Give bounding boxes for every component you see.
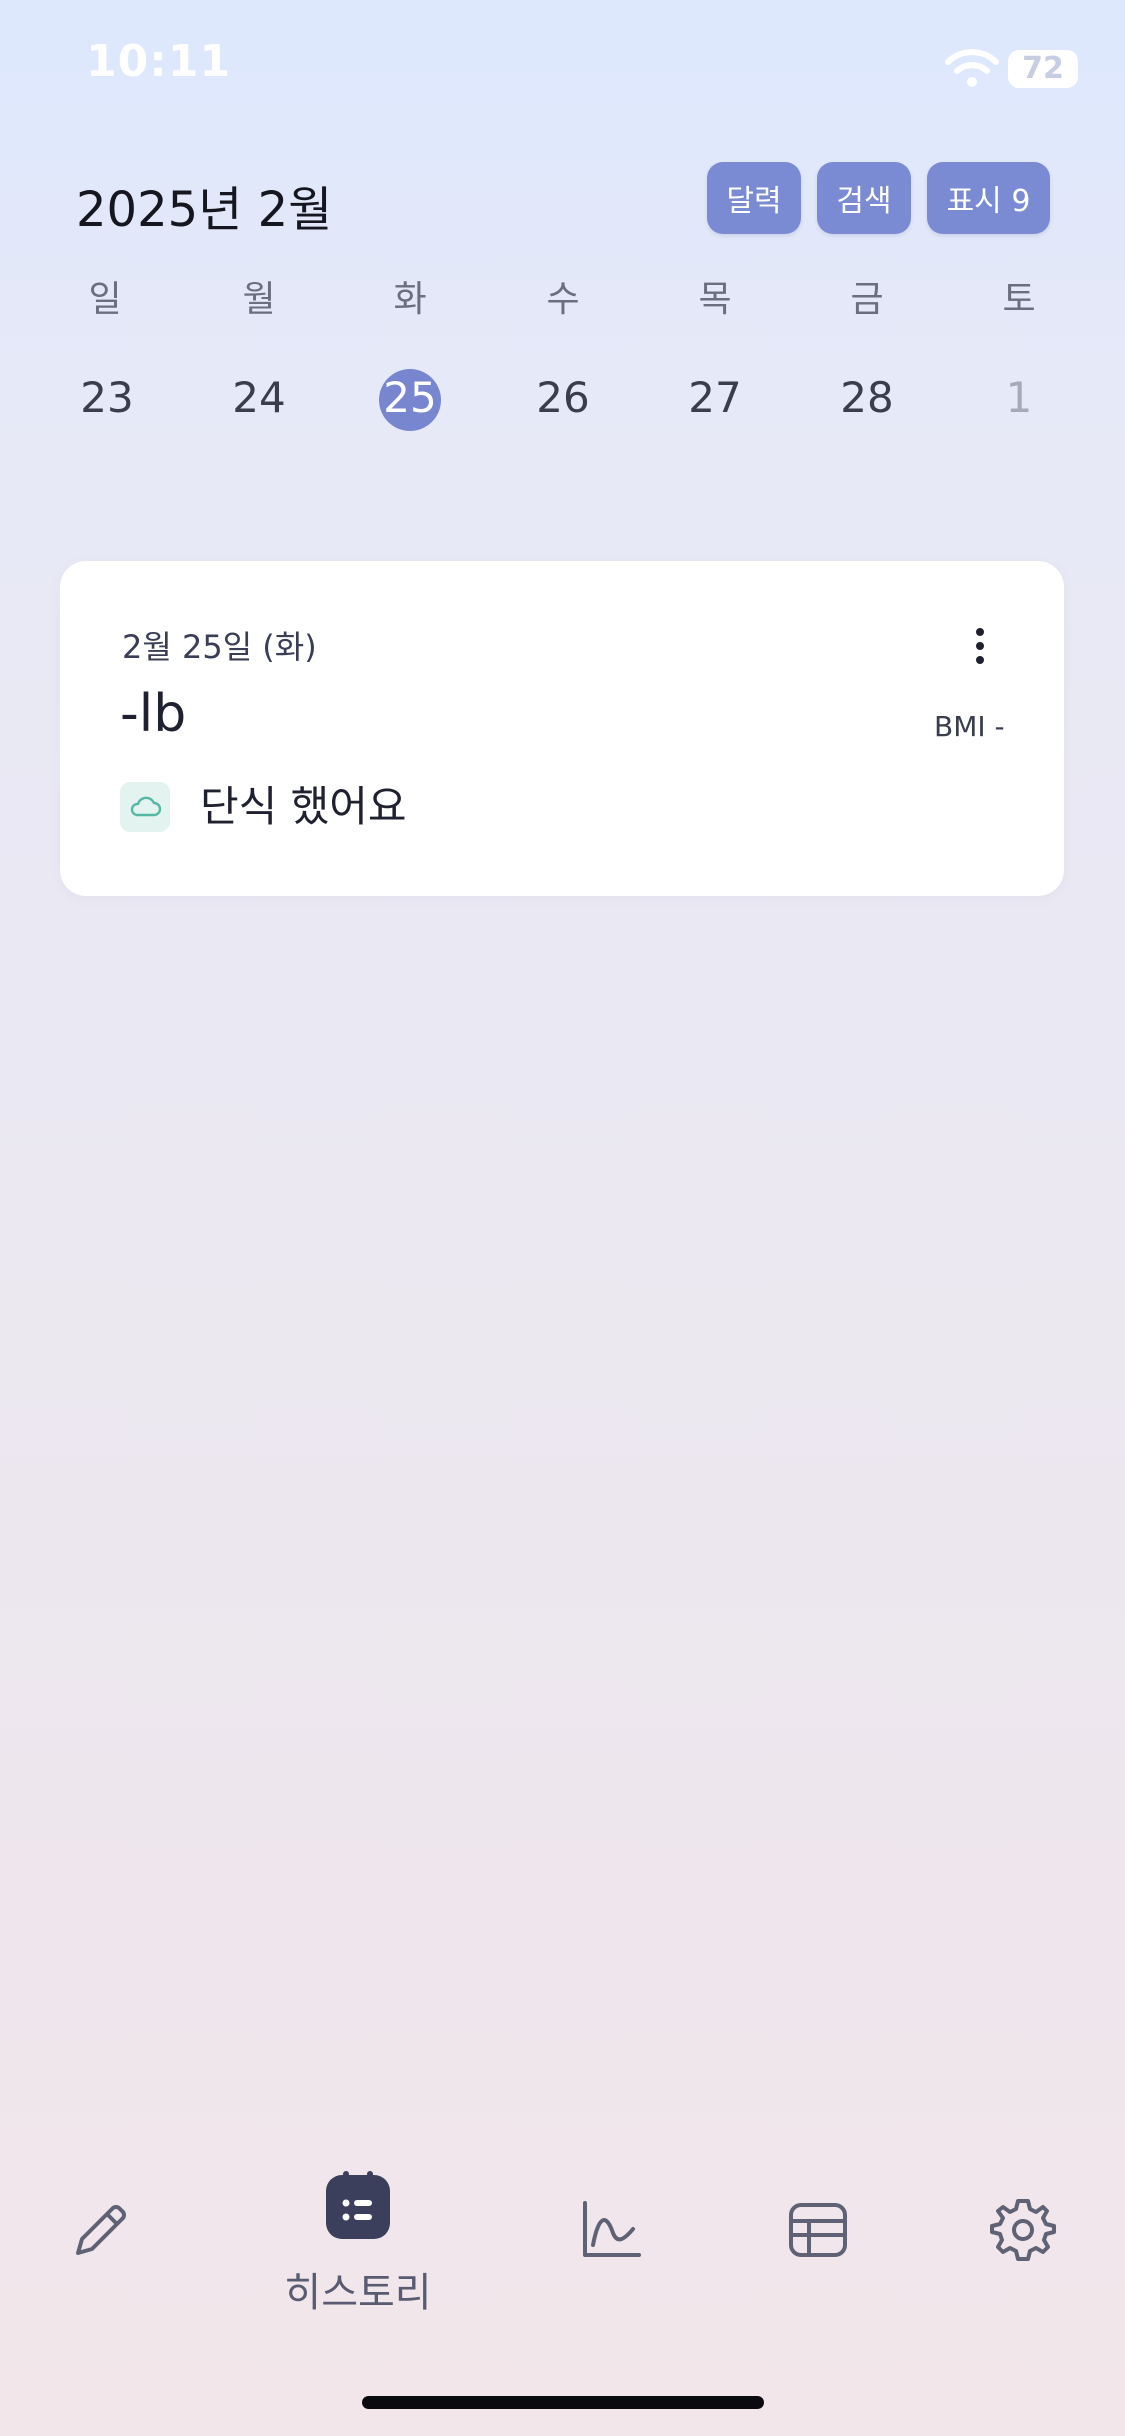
weekday-sat: 토	[1002, 279, 1036, 320]
search-button[interactable]: 검색	[817, 162, 911, 234]
battery-level: 72	[1022, 51, 1064, 86]
diet-status: 단식 했어요	[200, 782, 407, 831]
entry-card[interactable]	[60, 561, 1064, 896]
status-time: 10:11	[86, 36, 232, 87]
day-cell[interactable]: 24	[214, 367, 304, 429]
chart-icon[interactable]	[577, 2195, 647, 2265]
calendar-button[interactable]: 달력	[707, 162, 801, 234]
pencil-icon[interactable]	[66, 2195, 136, 2265]
battery-icon: 72	[1008, 50, 1078, 88]
gear-icon[interactable]	[988, 2195, 1058, 2265]
bmi-value: BMI -	[934, 710, 1005, 743]
weekday-tue: 화	[393, 279, 427, 320]
history-calendar-icon[interactable]	[326, 2171, 390, 2239]
weekday-wed: 수	[546, 279, 580, 320]
display-button[interactable]: 표시 9	[927, 162, 1050, 234]
day-cell[interactable]: 23	[62, 367, 152, 429]
day-cell-selected[interactable]: 25	[365, 367, 455, 429]
weekday-thu: 목	[698, 279, 732, 320]
day-cell[interactable]: 27	[670, 367, 760, 429]
nav-label-history[interactable]: 히스토리	[278, 2260, 438, 2318]
day-cell[interactable]: 1	[974, 367, 1064, 429]
weight-value: -lb	[120, 684, 187, 744]
month-title: 2025년 2월	[76, 182, 333, 238]
cloud-icon	[120, 782, 170, 832]
table-icon[interactable]	[783, 2195, 853, 2265]
weekday-mon: 월	[242, 279, 276, 320]
weekday-fri: 금	[850, 279, 884, 320]
entry-date: 2월 25일 (화)	[122, 628, 317, 666]
wifi-icon	[945, 49, 999, 87]
home-indicator	[362, 2396, 764, 2409]
more-vertical-icon[interactable]	[970, 628, 990, 664]
weekday-sun: 일	[88, 279, 122, 320]
day-cell[interactable]: 26	[518, 367, 608, 429]
day-cell[interactable]: 28	[822, 367, 912, 429]
